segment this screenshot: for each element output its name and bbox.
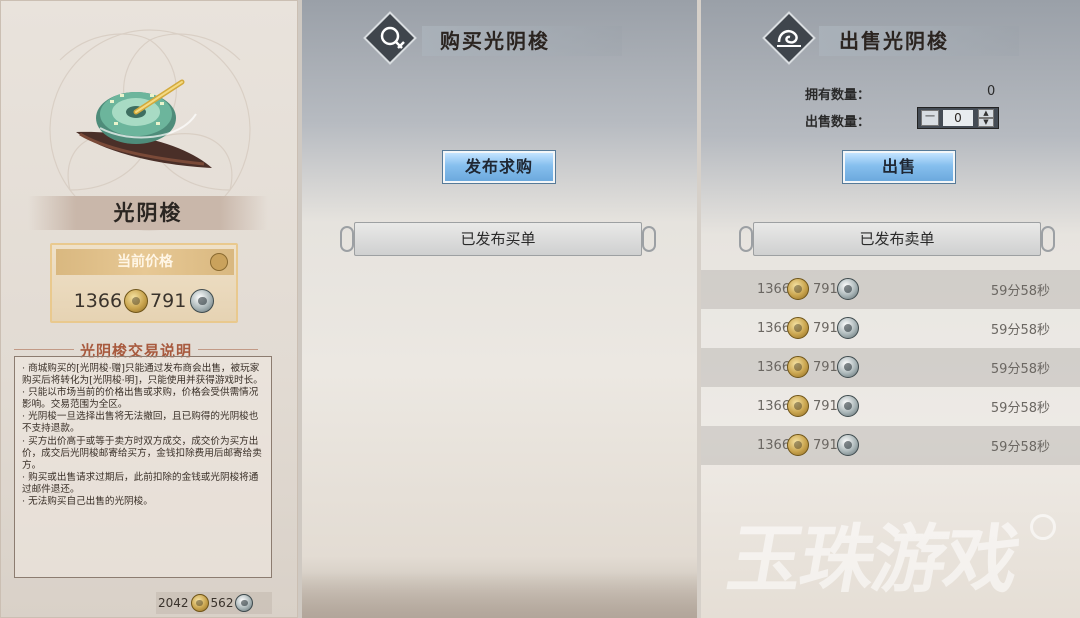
buy-emblem-icon — [363, 11, 417, 65]
explain-line: · 买方出价高于或等于卖方时双方成交，成交价为买方出价，成交后光阴梭邮寄给买方，… — [22, 435, 262, 471]
order-silver-value: 791 — [813, 282, 838, 297]
gold-coin-icon — [787, 317, 809, 339]
explain-line: · 只能以市场当前的价格出售或求购，价格会受供需情况影响。交易范围为全区。 — [22, 387, 259, 411]
currency-balance: 2042 562 — [156, 592, 272, 614]
sell-order-row[interactable]: 1366 791 59分58秒 — [701, 270, 1080, 309]
order-time-remaining: 59分58秒 — [990, 323, 1050, 338]
gold-coin-icon — [124, 289, 149, 313]
order-time-remaining: 59分58秒 — [990, 440, 1050, 455]
sell-qty-label: 出售数量： — [805, 115, 871, 130]
order-silver-value: 791 — [813, 438, 838, 453]
owned-qty-label: 拥有数量： — [805, 88, 871, 103]
silver-coin-icon — [837, 395, 859, 417]
owned-qty-value: 0 — [987, 84, 996, 99]
sell-order-row[interactable]: 1366 791 59分58秒 — [701, 426, 1080, 465]
list-cap-left — [739, 226, 753, 252]
explain-line: · 无法购买自己出售的光阴梭。 — [22, 496, 153, 508]
order-time-remaining: 59分58秒 — [990, 362, 1050, 377]
order-gold-value: 1366 — [757, 360, 791, 375]
price-gold-value: 1366 — [73, 290, 123, 312]
sell-panel-title: 出售光阴梭 — [839, 29, 949, 53]
shuttle-item-icon — [76, 79, 212, 168]
item-info-panel: 光阴梭 当前价格 1366 791 光阴梭交易说明 · 商城购买的[光阴梭·赠]… — [0, 0, 298, 618]
watermark-text: 玉珠游戏 — [721, 517, 1025, 603]
silver-coin-icon — [837, 278, 859, 300]
price-row: 1366 791 — [52, 281, 236, 321]
sell-orders-header: 已发布卖单 — [753, 222, 1041, 256]
gold-coin-icon — [190, 594, 209, 612]
order-gold-value: 1366 — [757, 282, 791, 297]
order-time-remaining: 59分58秒 — [990, 284, 1050, 299]
explain-line: · 购买或出售请求过期后，此前扣除的金钱或光阴梭将通过邮件退还。 — [22, 471, 259, 495]
gold-coin-icon — [787, 356, 809, 378]
buy-panel-title: 购买光阴梭 — [440, 29, 550, 53]
balance-silver-value: 562 — [210, 596, 234, 610]
balance-gold-value: 2042 — [158, 596, 189, 610]
minus-button[interactable]: 一 — [921, 110, 939, 126]
order-silver-value: 791 — [813, 399, 838, 414]
explain-text-box: · 商城购买的[光阴梭·赠]只能通过发布商会出售，被玩家购买后将转化为[光阴梭·… — [14, 356, 272, 578]
current-price-box: 当前价格 1366 791 — [50, 243, 238, 323]
buy-panel: 购买光阴梭 发布求购 已发布买单 — [302, 0, 697, 618]
price-header: 当前价格 — [56, 249, 234, 275]
silver-coin-icon — [837, 434, 859, 456]
buy-panel-footer — [302, 572, 697, 618]
silver-coin-icon — [837, 356, 859, 378]
silver-coin-icon — [190, 289, 215, 313]
decrement-arrow-icon[interactable]: ▼ — [978, 118, 994, 127]
explain-line: · 光阴梭一旦选择出售将无法撤回，且已购得的光阴梭也不支持退款。 — [22, 411, 259, 435]
registered-mark-icon — [1030, 514, 1056, 540]
sell-orders-list: 1366 791 59分58秒 1366 791 59分58秒 1366 791 59分58秒 1… — [701, 270, 1080, 465]
sell-button[interactable]: 出售 — [842, 150, 956, 184]
gold-coin-icon — [787, 278, 809, 300]
price-label: 当前价格 — [117, 254, 173, 270]
order-gold-value: 1366 — [757, 399, 791, 414]
list-cap-right — [1041, 226, 1055, 252]
stepper-arrows[interactable]: ▲ ▼ — [978, 109, 994, 127]
sell-emblem-icon — [762, 11, 816, 65]
sell-order-row[interactable]: 1366 791 59分58秒 — [701, 348, 1080, 387]
increment-arrow-icon[interactable]: ▲ — [978, 109, 994, 118]
list-cap-left — [340, 226, 354, 252]
silver-coin-icon — [837, 317, 859, 339]
silver-coin-icon — [235, 594, 254, 612]
sell-order-row[interactable]: 1366 791 59分58秒 — [701, 387, 1080, 426]
post-buy-order-button[interactable]: 发布求购 — [442, 150, 556, 184]
price-info-icon[interactable] — [210, 253, 228, 271]
sell-qty-stepper[interactable]: 一 0 ▲ ▼ — [917, 107, 999, 129]
order-gold-value: 1366 — [757, 321, 791, 336]
gold-coin-icon — [787, 395, 809, 417]
order-silver-value: 791 — [813, 321, 838, 336]
price-silver-value: 791 — [150, 290, 187, 312]
buy-orders-header: 已发布买单 — [354, 222, 642, 256]
gold-coin-icon — [787, 434, 809, 456]
order-gold-value: 1366 — [757, 438, 791, 453]
list-cap-right — [642, 226, 656, 252]
order-time-remaining: 59分58秒 — [990, 401, 1050, 416]
item-name: 光阴梭 — [28, 196, 268, 230]
sell-order-row[interactable]: 1366 791 59分58秒 — [701, 309, 1080, 348]
sell-qty-input[interactable]: 0 — [943, 110, 973, 126]
order-silver-value: 791 — [813, 360, 838, 375]
explain-line: · 商城购买的[光阴梭·赠]只能通过发布商会出售，被玩家购买后将转化为[光阴梭·… — [22, 363, 263, 387]
